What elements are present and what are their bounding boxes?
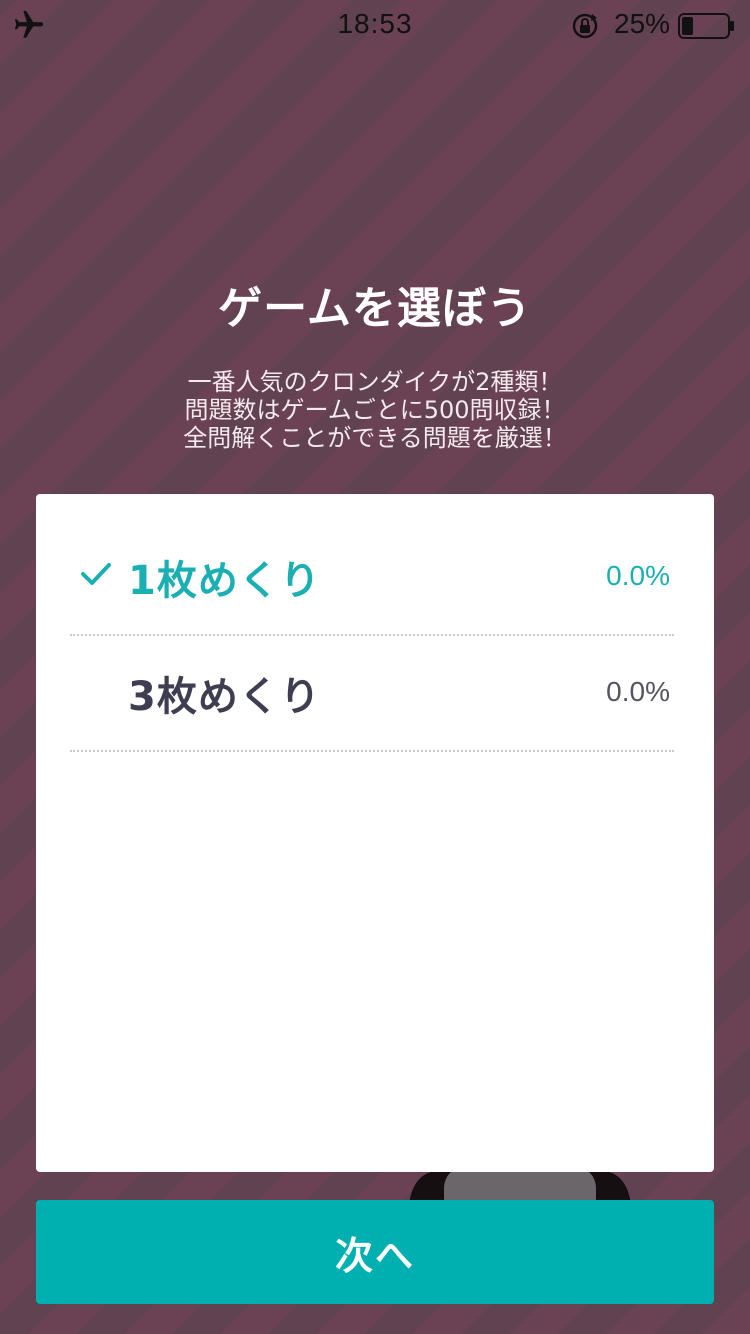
option-label: 3枚めくり [128,674,321,720]
option-percent: 0.0% [606,676,670,707]
rotation-lock-icon [572,13,598,39]
description-line: 一番人気のクロンダイクが2種類！ [187,368,563,396]
check-icon [81,563,111,585]
description: 一番人気のクロンダイクが2種類！ 問題数はゲームごとに500問収録！ 全問解くこ… [0,368,750,452]
status-bar: 18:53 25% [0,0,750,50]
description-line: 問題数はゲームごとに500問収録！ [184,396,566,424]
option-three-card-draw[interactable]: 3枚めくり 0.0% [70,636,674,752]
option-label: 1枚めくり [128,558,321,604]
next-button[interactable]: 次へ [36,1200,714,1304]
option-percent: 0.0% [606,560,670,591]
option-one-card-draw[interactable]: 1枚めくり 0.0% [70,520,674,636]
game-select-card: 1枚めくり 0.0% 3枚めくり 0.0% [36,494,714,1172]
battery-icon [678,13,734,39]
page-title: ゲームを選ぼう [218,283,532,334]
description-line: 全問解くことができる問題を厳選！ [183,424,567,452]
battery-percent: 25% [614,8,671,39]
